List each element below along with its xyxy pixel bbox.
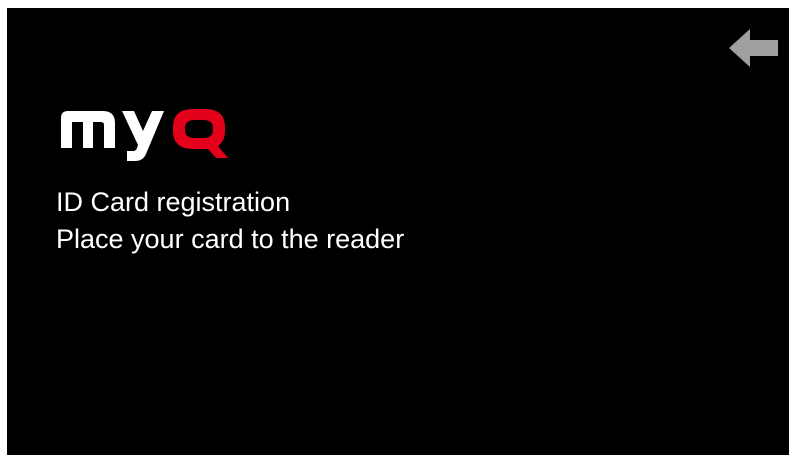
message-title: ID Card registration	[56, 187, 291, 217]
message-instruction: Place your card to the reader	[56, 224, 405, 254]
back-button[interactable]	[725, 24, 783, 76]
terminal-screen: ID Card registration Place your card to …	[7, 8, 789, 455]
myq-logo	[55, 98, 255, 168]
myq-logo-graphic	[61, 109, 228, 161]
registration-message: ID Card registration Place your card to …	[56, 184, 404, 258]
arrow-left-icon	[729, 29, 778, 67]
